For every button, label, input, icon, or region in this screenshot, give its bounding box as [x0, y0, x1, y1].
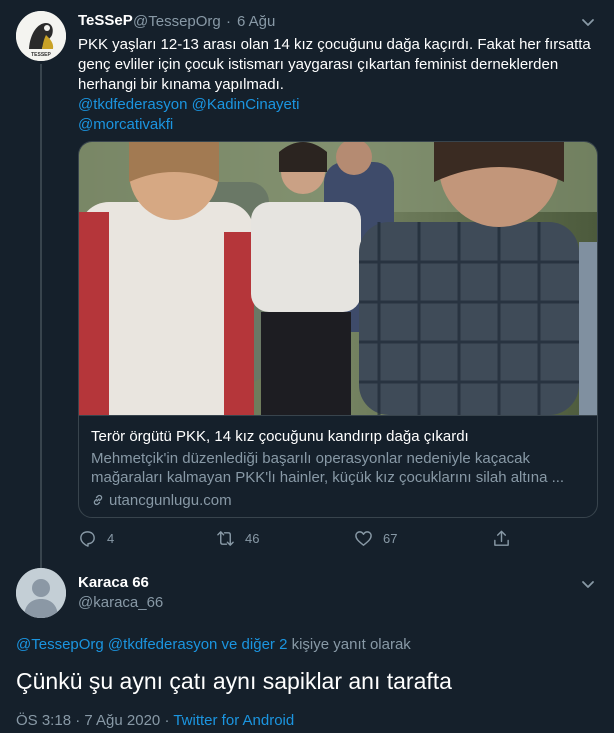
reply-count: 4: [107, 530, 115, 546]
reply-button[interactable]: 4: [78, 527, 114, 549]
reply-tweet-text: Çünkü şu aynı çatı aynı sapiklar anı tar…: [16, 668, 452, 694]
like-button[interactable]: 67: [354, 527, 397, 549]
retweet-count: 46: [245, 530, 260, 546]
mention-links-2[interactable]: @morcativakfi: [78, 115, 593, 135]
replying-suffix: kişiye yanıt olarak: [287, 636, 411, 653]
reply-author-name[interactable]: Karaca 66: [78, 574, 149, 591]
share-icon: [494, 530, 509, 546]
mention-links-1[interactable]: @tkdfederasyon @KadinCinayeti: [78, 95, 593, 115]
more-options-button[interactable]: [578, 12, 598, 32]
retweet-icon: [217, 530, 234, 546]
reply-author-handle[interactable]: @karaca_66: [78, 594, 163, 611]
meta-separator: ·: [226, 13, 231, 30]
chevron-down-icon: [582, 581, 594, 588]
karaca-avatar[interactable]: [16, 568, 66, 618]
retweet-button[interactable]: 46: [216, 527, 259, 549]
card-body: Terör örgütü PKK, 14 kız çocuğunu kandır…: [79, 415, 597, 517]
reply-more-options-button[interactable]: [578, 574, 598, 594]
tweet-timestamp[interactable]: ÖS 3:18 · 7 Ağu 2020: [16, 712, 160, 729]
tessep-logo-icon: TESSEP: [16, 11, 66, 61]
reply-icon: [80, 530, 95, 547]
default-user-icon: [16, 568, 66, 618]
card-title: Terör örgütü PKK, 14 kız çocuğunu kandır…: [91, 428, 469, 445]
replying-mentions[interactable]: @TessepOrg @tkdfederasyon ve diğer 2: [16, 636, 287, 653]
thread-line: [40, 64, 42, 568]
replying-to: @TessepOrg @tkdfederasyon ve diğer 2 kiş…: [16, 636, 411, 653]
tweet-text: PKK yaşları 12-13 arası olan 14 kız çocu…: [78, 36, 591, 93]
card-image: [79, 142, 597, 415]
card-domain-text: utancgunlugu.com: [109, 492, 232, 509]
author-name[interactable]: TeSSeP: [78, 12, 133, 29]
author-handle[interactable]: @TessepOrg: [133, 13, 221, 30]
tweet-source[interactable]: Twitter for Android: [173, 712, 294, 729]
tweet-body: PKK yaşları 12-13 arası olan 14 kız çocu…: [78, 35, 593, 135]
tweet-date[interactable]: 6 Ağu: [237, 13, 275, 30]
card-description: Mehmetçik'in düzenlediği başarılı operas…: [91, 450, 565, 486]
like-count: 67: [383, 530, 398, 546]
share-button[interactable]: [492, 527, 521, 549]
chevron-down-icon: [582, 19, 594, 26]
tweet-footer: ÖS 3:18 · 7 Ağu 2020 · Twitter for Andro…: [16, 712, 294, 729]
svg-text:TESSEP: TESSEP: [31, 52, 51, 58]
card-domain: utancgunlugu.com: [91, 492, 232, 509]
heart-icon: [355, 530, 372, 546]
source-separator: ·: [160, 712, 174, 729]
link-card[interactable]: Terör örgütü PKK, 14 kız çocuğunu kandır…: [78, 141, 598, 518]
tessep-avatar[interactable]: TESSEP: [16, 11, 66, 61]
link-icon: [93, 494, 103, 506]
